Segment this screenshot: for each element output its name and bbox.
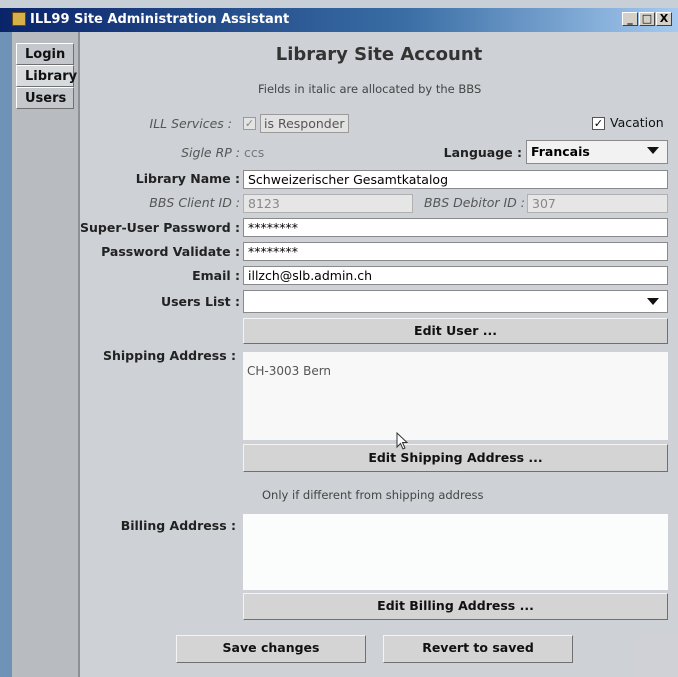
bbs-debitor-id-field: 307 (527, 194, 668, 213)
app-icon (12, 12, 26, 26)
bbs-debitor-id-label: BBS Debitor ID : (424, 195, 525, 210)
chevron-down-icon (647, 298, 659, 305)
tab-column: Login Library Users (12, 32, 80, 677)
shipping-address-label: Shipping Address : (102, 348, 236, 363)
billing-address-field[interactable] (243, 514, 668, 590)
super-user-password-label: Super-User Password : (80, 220, 241, 235)
language-label: Language : (443, 145, 522, 160)
vacation-label: Vacation (610, 115, 664, 130)
ill-services-checkbox[interactable]: ✓ (243, 117, 256, 130)
ill-services-label: ILL Services : (149, 116, 232, 131)
language-select[interactable]: Francais (526, 140, 668, 164)
tab-login[interactable]: Login (16, 43, 74, 65)
library-site-panel: Library Site Account Fields in italic ar… (80, 32, 678, 677)
edit-user-button[interactable]: Edit User ... (243, 318, 668, 344)
minimize-button[interactable]: _ (622, 12, 638, 26)
chevron-down-icon (647, 147, 659, 154)
bbs-client-id-label: BBS Client ID : (149, 195, 240, 210)
billing-address-label: Billing Address : (120, 518, 236, 533)
revert-to-saved-button[interactable]: Revert to saved (383, 635, 573, 663)
language-value: Francais (531, 144, 590, 159)
password-validate-field[interactable]: ******** (243, 242, 668, 261)
tab-users[interactable]: Users (16, 87, 74, 109)
window-title: ILL99 Site Administration Assistant (30, 12, 290, 27)
billing-note: Only if different from shipping address (262, 488, 484, 502)
users-list-label: Users List : (160, 294, 240, 309)
sigle-value: ccs (244, 145, 265, 160)
close-button[interactable]: X (656, 12, 672, 26)
tab-library[interactable]: Library (16, 65, 77, 87)
title-bar[interactable]: ILL99 Site Administration Assistant _ □ … (0, 8, 678, 32)
edit-shipping-address-button[interactable]: Edit Shipping Address ... (243, 444, 668, 472)
window-edge (0, 32, 12, 677)
vacation-checkbox[interactable]: ✓ (592, 117, 605, 130)
page-title: Library Site Account (275, 44, 483, 65)
library-name-field[interactable]: Schweizerischer Gesamtkatalog (243, 170, 668, 189)
bbs-client-id-field: 8123 (243, 194, 413, 213)
library-name-label: Library Name : (135, 171, 240, 186)
email-label: Email : (192, 268, 240, 283)
sigle-label: Sigle RP : (181, 145, 240, 160)
users-list-select[interactable] (243, 290, 668, 313)
mouse-cursor-icon (396, 432, 409, 450)
italic-fields-note: Fields in italic are allocated by the BB… (258, 82, 482, 96)
app-window: ILL99 Site Administration Assistant _ □ … (0, 0, 678, 677)
save-changes-button[interactable]: Save changes (176, 635, 366, 663)
email-field[interactable]: illzch@slb.admin.ch (243, 266, 668, 285)
super-user-password-field[interactable]: ******** (243, 218, 668, 237)
maximize-button[interactable]: □ (639, 12, 655, 26)
is-responder-box[interactable]: is Responder (260, 114, 349, 133)
shipping-address-field[interactable]: CH-3003 Bern (243, 352, 668, 440)
edit-billing-address-button[interactable]: Edit Billing Address ... (243, 593, 668, 620)
password-validate-label: Password Validate : (101, 244, 240, 259)
